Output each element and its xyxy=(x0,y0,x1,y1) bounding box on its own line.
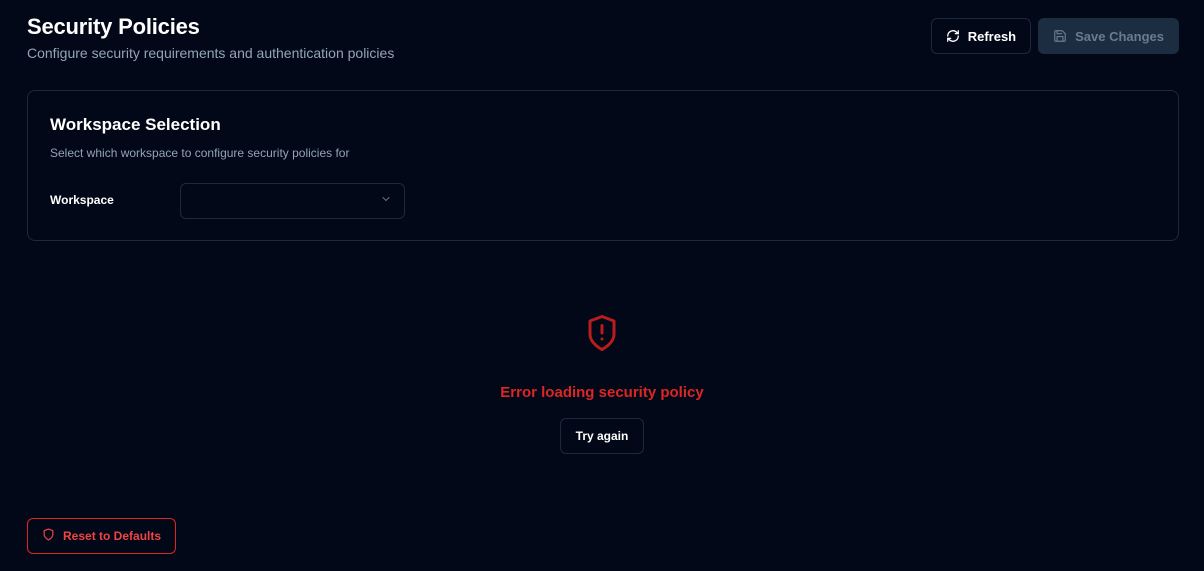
card-description: Select which workspace to configure secu… xyxy=(50,146,350,160)
refresh-button-label: Refresh xyxy=(967,28,1017,44)
try-again-button[interactable]: Try again xyxy=(559,418,645,454)
security-policies-page: Security Policies Configure security req… xyxy=(0,0,1204,571)
workspace-select[interactable] xyxy=(180,183,405,219)
save-button-label: Save Changes xyxy=(1075,28,1164,44)
save-changes-button[interactable]: Save Changes xyxy=(1038,18,1179,54)
page-header: Security Policies Configure security req… xyxy=(27,14,394,62)
refresh-icon xyxy=(946,29,960,43)
error-message: Error loading security policy xyxy=(500,384,704,401)
workspace-selection-card: Workspace Selection Select which workspa… xyxy=(27,90,1179,241)
reset-to-defaults-button[interactable]: Reset to Defaults xyxy=(27,518,177,554)
shield-alert-icon xyxy=(584,313,620,358)
save-icon xyxy=(1053,29,1067,43)
shield-icon xyxy=(42,528,55,544)
toolbar: Refresh Save Changes xyxy=(930,18,1179,54)
page-subtitle: Configure security requirements and auth… xyxy=(27,45,395,61)
card-title: Workspace Selection xyxy=(50,115,221,134)
workspace-label: Workspace xyxy=(50,193,114,207)
chevron-down-icon xyxy=(380,192,392,210)
refresh-button[interactable]: Refresh xyxy=(930,18,1032,54)
error-state: Error loading security policy Try again xyxy=(0,313,1204,454)
page-title: Security Policies xyxy=(27,14,200,39)
reset-button-label: Reset to Defaults xyxy=(63,529,162,543)
